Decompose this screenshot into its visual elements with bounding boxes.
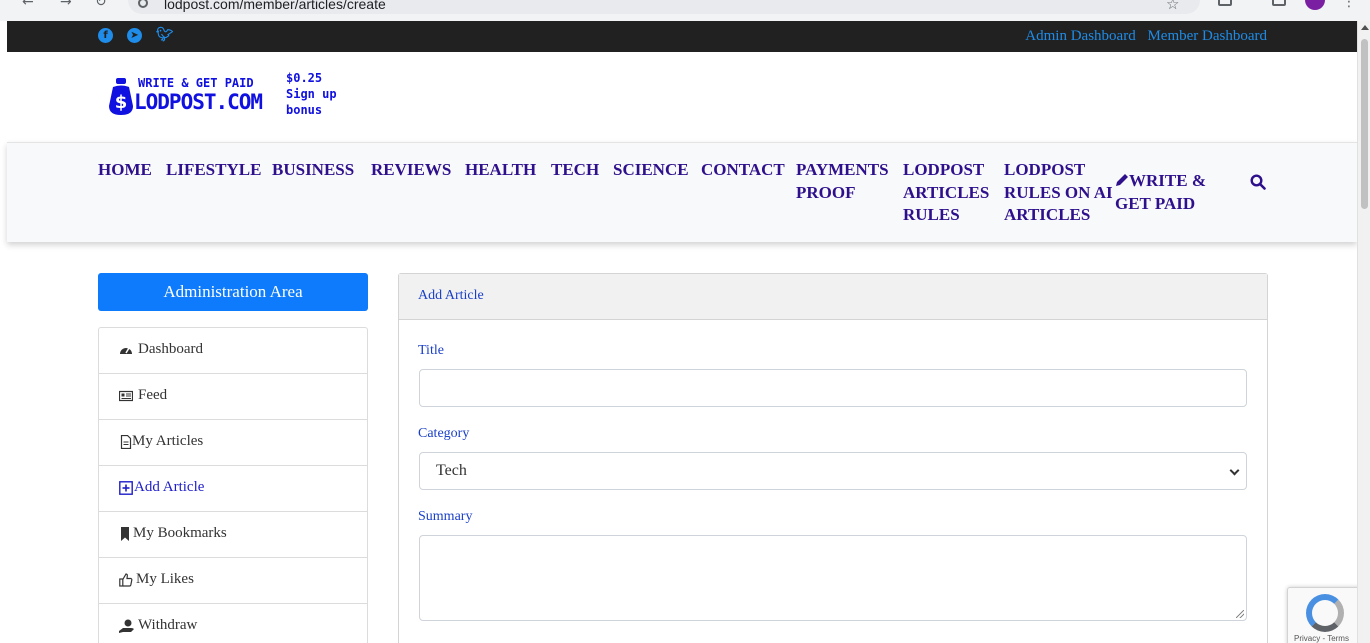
recaptcha-terms[interactable]: Privacy - Terms (1294, 634, 1349, 643)
sidebar-item-label: My Bookmarks (133, 525, 227, 541)
nav-articles-rules-line2: ARTICLES (903, 182, 990, 202)
scroll-up-arrow[interactable] (1361, 25, 1369, 30)
twitter-icon[interactable]: 🐦︎ (156, 28, 174, 43)
newspaper-icon (119, 390, 133, 402)
site-header: $ WRITE & GET PAID LODPOST.COM $0.25 Sig… (7, 52, 1357, 142)
nav-payments-proof[interactable]: PAYMENTS PROOF (796, 159, 889, 204)
nav-ai-rules-line1: LODPOST (1004, 160, 1086, 179)
nav-articles-rules-line3: RULES (903, 205, 960, 224)
sidebar-item-dashboard[interactable]: Dashboard (99, 328, 367, 374)
title-input[interactable] (419, 369, 1247, 407)
nav-write-get-paid-line1: WRITE & (1115, 170, 1206, 193)
nav-ai-rules-line3: ARTICLES (1004, 205, 1091, 224)
sidebar-item-my-bookmarks[interactable]: My Bookmarks (99, 512, 367, 558)
nav-write-get-paid-line2: GET PAID (1115, 193, 1196, 213)
nav-payments-proof-line1: PAYMENTS (796, 160, 889, 179)
reload-icon[interactable]: ↻ (95, 0, 107, 10)
address-bar[interactable]: lodpost.com/member/articles/create (128, 0, 1200, 14)
card-header: Add Article (399, 274, 1267, 320)
forward-icon[interactable]: → (60, 0, 72, 10)
nav-articles-rules-line1: LODPOST (903, 160, 985, 179)
summary-textarea[interactable] (419, 535, 1247, 621)
browser-chrome: ← → ↻ lodpost.com/member/articles/create… (0, 0, 1370, 21)
title-label: Title (418, 343, 444, 358)
site-info-icon[interactable] (138, 0, 148, 8)
pencil-icon (1116, 174, 1128, 186)
file-icon (120, 435, 132, 449)
sidebar-item-my-articles[interactable]: My Articles (99, 420, 367, 466)
page-scrollbar[interactable] (1357, 21, 1370, 643)
svg-text:$: $ (115, 92, 128, 113)
search-icon[interactable] (1250, 174, 1266, 190)
sidebar-item-label: Feed (138, 387, 168, 403)
nav-payments-proof-line2: PROOF (796, 182, 856, 202)
hand-holding-dollar-icon (119, 619, 134, 633)
nav-reviews[interactable]: REVIEWS (371, 159, 451, 182)
sidebar-item-label: Withdraw (138, 617, 198, 633)
nav-write-text-1: WRITE & (1129, 171, 1206, 190)
member-dashboard-link[interactable]: Member Dashboard (1147, 28, 1267, 44)
site-logo[interactable]: $ WRITE & GET PAID LODPOST.COM (108, 76, 278, 120)
main-nav: HOME LIFESTYLE BUSINESS REVIEWS HEALTH T… (7, 142, 1357, 242)
nav-business[interactable]: BUSINESS (272, 159, 354, 182)
summary-label: Summary (418, 509, 473, 524)
top-links: Admin Dashboard Member Dashboard (1017, 28, 1267, 45)
logo-name: LODPOST.COM (134, 90, 263, 114)
administration-area-button[interactable]: Administration Area (98, 273, 368, 311)
sidebar-item-withdraw[interactable]: Withdraw (99, 604, 367, 643)
bookmark-icon (121, 527, 129, 541)
bonus-text-2: bonus (286, 103, 323, 117)
nav-write-get-paid[interactable]: WRITE & GET PAID (1115, 170, 1206, 215)
nav-ai-rules[interactable]: LODPOST RULES ON AI ARTICLES (1004, 159, 1113, 227)
sidebar-item-my-likes[interactable]: My Likes (99, 558, 367, 604)
url-text[interactable]: lodpost.com/member/articles/create (164, 0, 386, 12)
sidebar-item-feed[interactable]: Feed (99, 374, 367, 420)
recaptcha-icon (1306, 594, 1344, 632)
nav-ai-rules-line2: RULES ON AI (1004, 182, 1113, 202)
money-bag-icon: $ (109, 78, 133, 115)
plus-square-icon (119, 481, 133, 495)
category-select[interactable]: Tech (419, 452, 1247, 490)
gauge-icon (120, 347, 132, 354)
card-title: Add Article (418, 288, 484, 303)
nav-science[interactable]: SCIENCE (613, 159, 689, 182)
resize-handle[interactable] (1236, 610, 1244, 618)
add-article-card: Add Article Title Category Tech Summary (398, 273, 1268, 643)
logo-tagline: WRITE & GET PAID (138, 76, 254, 90)
nav-lifestyle[interactable]: LIFESTYLE (166, 159, 261, 182)
sidebar-item-add-article[interactable]: Add Article (99, 466, 367, 512)
sidebar-item-label: Add Article (134, 479, 205, 495)
chevron-down-icon (1229, 465, 1240, 476)
admin-dashboard-link[interactable]: Admin Dashboard (1025, 28, 1135, 44)
signup-bonus: $0.25 Sign up bonus (286, 70, 337, 118)
bonus-amount: $0.25 (286, 71, 323, 85)
downloads-icon[interactable] (1272, 0, 1286, 6)
category-selected-value: Tech (436, 462, 467, 479)
thumbs-up-icon (119, 573, 133, 587)
extension-icon[interactable] (1218, 0, 1232, 6)
back-icon[interactable]: ← (22, 0, 34, 10)
nav-contact[interactable]: CONTACT (701, 159, 785, 182)
nav-tech[interactable]: TECH (551, 159, 599, 182)
bookmark-star-icon[interactable]: ☆ (1166, 0, 1179, 13)
telegram-icon[interactable]: ➤ (127, 28, 142, 43)
scroll-thumb[interactable] (1361, 39, 1368, 209)
profile-avatar[interactable] (1305, 0, 1325, 10)
sidebar-item-label: My Likes (136, 571, 194, 587)
browser-menu-icon[interactable]: ⋮ (1342, 0, 1356, 10)
sidebar-item-label: My Articles (132, 433, 204, 449)
bonus-text-1: Sign up (286, 87, 337, 101)
sidebar-item-label: Dashboard (138, 341, 203, 357)
facebook-icon[interactable]: f (98, 28, 113, 43)
sidebar-menu: Dashboard Feed My Articles Add Article M… (98, 327, 368, 643)
top-bar: f ➤ 🐦︎ Admin Dashboard Member Dashboard (7, 21, 1357, 52)
nav-home[interactable]: HOME (98, 159, 152, 182)
category-label: Category (418, 426, 470, 441)
nav-articles-rules[interactable]: LODPOST ARTICLES RULES (903, 159, 989, 227)
nav-health[interactable]: HEALTH (465, 159, 536, 182)
